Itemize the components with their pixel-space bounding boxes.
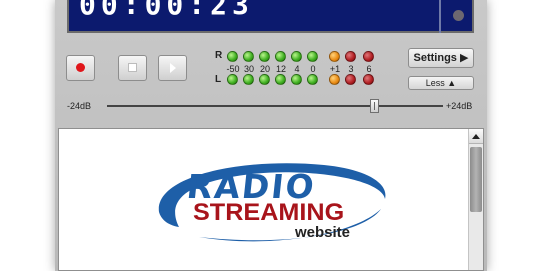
time-display: 00:00:23	[67, 0, 474, 33]
meter-led	[243, 74, 254, 85]
left-channel-label: L	[215, 74, 222, 85]
meter-led	[329, 51, 340, 62]
meter-led	[345, 51, 356, 62]
meter-led	[275, 51, 286, 62]
stop-button[interactable]	[118, 55, 147, 81]
meter-led	[363, 74, 374, 85]
caret-up-icon: ▲	[447, 78, 457, 88]
meter-led	[307, 74, 318, 85]
meter-led	[329, 74, 340, 85]
scale-label: 6	[366, 64, 372, 74]
radio-player-window: 00:00:23 R L -50 30 20 12 4 0 +1 3 6 Set…	[55, 0, 487, 271]
scale-label: 3	[348, 64, 354, 74]
gain-slider-handle[interactable]	[370, 99, 379, 113]
time-readout: 00:00:23	[79, 0, 254, 21]
radio-streaming-logo: RADIO STREAMING website	[149, 157, 399, 247]
web-content-pane: RADIO STREAMING website	[58, 128, 484, 271]
caret-right-icon: ▶	[460, 52, 469, 64]
meter-led	[345, 74, 356, 85]
vertical-scrollbar[interactable]	[468, 129, 483, 270]
record-button[interactable]	[66, 55, 95, 81]
logo-line-website: website	[295, 224, 351, 241]
gain-slider-track[interactable]	[107, 105, 443, 107]
meter-led	[227, 74, 238, 85]
less-label: Less	[425, 78, 445, 88]
meter-led	[363, 51, 374, 62]
gain-max-label: +24dB	[446, 101, 473, 111]
meter-led	[227, 51, 238, 62]
meter-led	[259, 74, 270, 85]
scrollbar-thumb[interactable]	[470, 147, 482, 212]
settings-label: Settings	[413, 52, 457, 64]
meter-led	[291, 51, 302, 62]
play-button[interactable]	[158, 55, 187, 81]
meter-led	[243, 51, 254, 62]
meter-led	[307, 51, 318, 62]
right-channel-label: R	[215, 50, 223, 61]
scale-label: 0	[310, 64, 316, 74]
less-button[interactable]: Less ▲	[408, 76, 474, 90]
gain-min-label: -24dB	[67, 101, 92, 111]
meter-led	[259, 51, 270, 62]
record-icon	[76, 63, 85, 72]
meter-led	[275, 74, 286, 85]
display-divider	[439, 0, 441, 33]
settings-button[interactable]: Settings ▶	[408, 48, 474, 68]
play-icon	[170, 63, 176, 73]
stop-icon	[128, 63, 137, 72]
logo-line-streaming: STREAMING	[193, 199, 345, 226]
meter-led	[291, 74, 302, 85]
status-indicator-icon	[453, 10, 464, 21]
scroll-up-icon[interactable]	[469, 129, 483, 144]
